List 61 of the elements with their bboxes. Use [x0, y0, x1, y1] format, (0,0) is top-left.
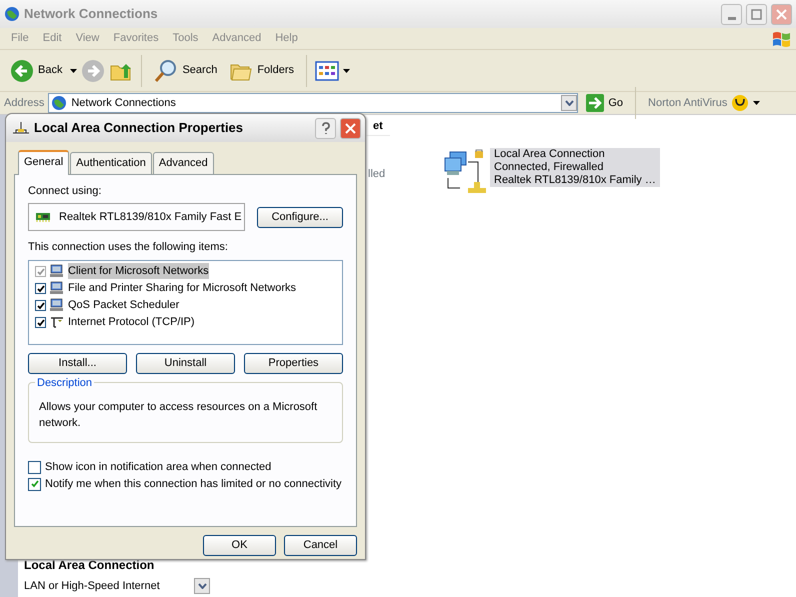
dropdown-arrow-icon[interactable]: [753, 101, 760, 105]
go-arrow-icon: [586, 94, 604, 112]
option-checkbox[interactable]: Notify me when this connection has limited or no connectivity: [28, 476, 343, 492]
dropdown-arrow-icon[interactable]: [70, 68, 78, 72]
checkbox[interactable]: [35, 282, 46, 294]
computer-icon: [50, 298, 64, 312]
back-button[interactable]: Back: [6, 56, 66, 84]
checkbox[interactable]: [35, 300, 46, 310]
checkmark-icon: [30, 479, 40, 489]
close-icon: [774, 6, 789, 22]
norton-label: Norton AntiVirus: [648, 96, 728, 111]
adapter-field: Realtek RTL8139/810x Family Fast E: [28, 203, 245, 231]
computer-icon: [50, 264, 64, 278]
protocol-icon: [50, 315, 64, 329]
component-item[interactable]: QoS Packet Scheduler: [68, 296, 180, 314]
tab[interactable]: Advanced: [152, 152, 214, 174]
option-checkbox[interactable]: Show icon in notification area when connected: [28, 458, 343, 476]
help-button[interactable]: [315, 118, 336, 138]
checkbox[interactable]: [35, 316, 46, 328]
maximize-icon: [749, 6, 764, 22]
dropdown-arrow-icon[interactable]: [343, 68, 350, 72]
network-icon: [12, 121, 30, 135]
close-button[interactable]: [340, 118, 361, 138]
globe-icon: [51, 95, 68, 111]
component-item[interactable]: File and Printer Sharing for Microsoft Networks: [68, 280, 296, 296]
configure-button[interactable]: Configure...: [257, 206, 343, 228]
globe-icon: [4, 6, 20, 22]
network-card-icon: [35, 211, 51, 223]
action-button[interactable]: Properties: [244, 352, 343, 374]
item-status: lled: [368, 167, 386, 182]
tab[interactable]: General: [18, 150, 70, 174]
description-text: Allows your computer to access resources on a Microsoft network.: [39, 400, 318, 431]
component-item[interactable]: Internet Protocol (TCP/IP): [68, 314, 195, 330]
views-icon[interactable]: [315, 60, 340, 82]
dialog-button[interactable]: OK: [203, 534, 276, 556]
close-icon: [343, 120, 358, 136]
maximize-button[interactable]: [746, 4, 767, 24]
dialog-title: Local Area Connection Properties: [34, 119, 244, 138]
window-title: Network Connections: [24, 5, 159, 24]
connection-label[interactable]: Local Area Connection Connected, Firewalled Realtek RTL8139/810x Family …: [490, 148, 660, 187]
folders-button[interactable]: Folders: [225, 56, 298, 84]
items-label: This connection uses the following items:: [28, 240, 229, 255]
pane-title: Local Area Connection: [24, 556, 156, 574]
connect-using-label: Connect using:: [28, 184, 102, 198]
tab[interactable]: Authentication: [70, 152, 152, 174]
minimize-icon: [728, 17, 736, 20]
action-button[interactable]: Uninstall: [136, 352, 235, 374]
help-icon: [320, 121, 332, 135]
minimize-button[interactable]: [721, 4, 742, 24]
action-button[interactable]: Install...: [28, 352, 127, 374]
norton-icon[interactable]: [731, 94, 750, 112]
address-label: Address: [4, 96, 44, 111]
search-icon: [154, 58, 178, 82]
chevron-down-icon[interactable]: [198, 583, 206, 589]
go-button[interactable]: Go: [582, 94, 628, 112]
pane-subtitle: LAN or High-Speed Internet: [24, 578, 160, 594]
address-field[interactable]: Network Connections: [48, 93, 578, 113]
group-header: et: [373, 119, 383, 134]
dialog-button[interactable]: Cancel: [284, 534, 357, 556]
search-button[interactable]: Search: [150, 56, 222, 84]
computer-icon: [50, 281, 64, 295]
